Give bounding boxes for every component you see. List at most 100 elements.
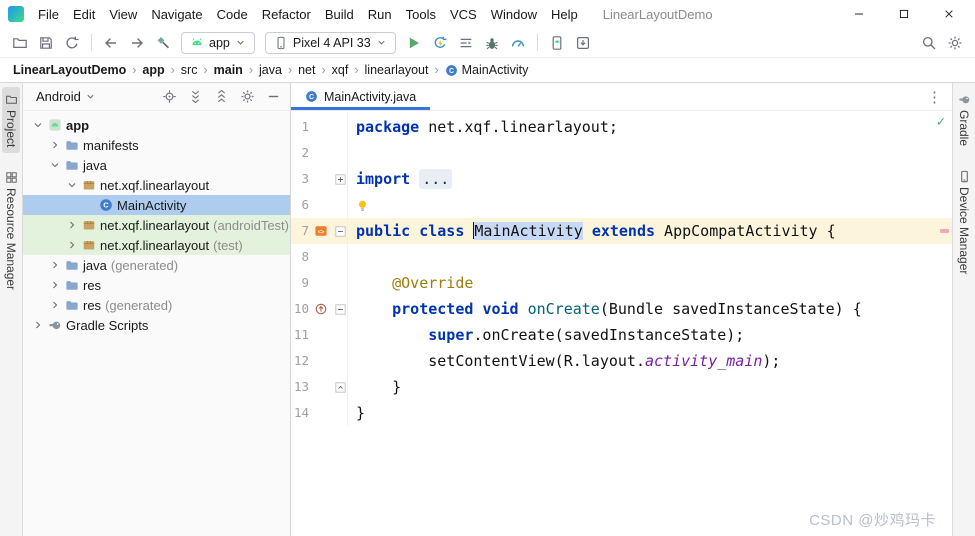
chevron-right-icon[interactable] (31, 319, 44, 332)
breadcrumb-item-app[interactable]: app (139, 62, 167, 78)
intention-bulb-icon[interactable] (356, 193, 376, 219)
menu-vcs[interactable]: VCS (443, 3, 484, 26)
code-line-13[interactable]: 13 } (291, 374, 952, 400)
toolwindow-device-manager[interactable]: Device Manager (955, 164, 973, 280)
sync-icon[interactable] (60, 31, 84, 55)
fold-minus-icon[interactable] (333, 296, 348, 322)
tree-item-net-xqf-linearlayout-test[interactable]: net.xqf.linearlayout (test) (23, 235, 290, 255)
code-line-2[interactable]: 2 (291, 140, 952, 166)
tree-item-mainactivity[interactable]: C MainActivity (23, 195, 290, 215)
breadcrumb-separator: › (132, 63, 137, 77)
menu-edit[interactable]: Edit (66, 3, 102, 26)
folder-icon (65, 278, 79, 292)
chevron-down-icon[interactable] (65, 179, 78, 192)
tree-item-manifests[interactable]: manifests (23, 135, 290, 155)
maximize-icon[interactable] (881, 0, 926, 28)
code-line-10[interactable]: 10 protected void onCreate(Bundle savedI… (291, 296, 952, 322)
toolwindow-resource-manager[interactable]: Resource Manager (2, 165, 20, 296)
tree-item-java-generated[interactable]: java (generated) (23, 255, 290, 275)
tree-item-net-xqf-linearlayout-androidtest[interactable]: net.xqf.linearlayout (androidTest) (23, 215, 290, 235)
tree-item-res[interactable]: res (23, 275, 290, 295)
minimize-icon[interactable] (836, 0, 881, 28)
breadcrumb-item-src[interactable]: src (178, 62, 201, 78)
inspection-ok-icon[interactable]: ✓ (937, 114, 945, 130)
code-line-11[interactable]: 11 super.onCreate(savedInstanceState); (291, 322, 952, 348)
breadcrumb-item-java[interactable]: java (256, 62, 285, 78)
chevron-down-icon[interactable] (48, 159, 61, 172)
close-icon[interactable] (926, 0, 971, 28)
breadcrumb-item-linearlayoutdemo[interactable]: LinearLayoutDemo (10, 62, 129, 78)
chevron-right-icon[interactable] (48, 299, 61, 312)
code-line-3[interactable]: 3 import ... (291, 166, 952, 192)
fold-end-icon[interactable] (333, 374, 348, 400)
expand-all-icon[interactable] (186, 88, 204, 106)
menu-refactor[interactable]: Refactor (255, 3, 318, 26)
override-icon[interactable] (309, 296, 333, 322)
run-config-selector[interactable]: app (181, 31, 255, 54)
forward-icon[interactable] (125, 31, 149, 55)
hide-panel-icon[interactable] (264, 88, 282, 106)
chevron-right-icon[interactable] (48, 279, 61, 292)
sdk-manager-icon[interactable] (571, 31, 595, 55)
profiler-icon[interactable] (506, 31, 530, 55)
attach-debugger-icon[interactable] (454, 31, 478, 55)
apply-changes-icon[interactable] (428, 31, 452, 55)
breadcrumb-item-main[interactable]: main (211, 62, 246, 78)
toolwindow-gradle[interactable]: Gradle (955, 87, 973, 152)
save-icon[interactable] (34, 31, 58, 55)
search-icon[interactable] (917, 31, 941, 55)
class-icon: C (445, 64, 458, 77)
menu-file[interactable]: File (31, 3, 66, 26)
code-line-12[interactable]: 12 setContentView(R.layout.activity_main… (291, 348, 952, 374)
run-icon[interactable] (402, 31, 426, 55)
code-line-8[interactable]: 8 (291, 244, 952, 270)
chevron-right-icon[interactable] (65, 219, 78, 232)
breadcrumb-item-mainactivity[interactable]: C MainActivity (442, 62, 532, 78)
settings-gear-icon[interactable] (238, 88, 256, 106)
locate-icon[interactable] (160, 88, 178, 106)
more-options-icon[interactable]: ⋮ (917, 83, 952, 110)
breadcrumb-item-net[interactable]: net (295, 62, 318, 78)
fold-plus-icon[interactable] (333, 166, 348, 192)
chevron-right-icon[interactable] (48, 139, 61, 152)
chevron-down-icon[interactable] (31, 119, 44, 132)
layout-gutter-icon[interactable]: <> (309, 218, 333, 244)
project-view-selector[interactable]: Android (31, 87, 101, 106)
tree-item-gradle-scripts[interactable]: Gradle Scripts (23, 315, 290, 335)
device-manager-icon[interactable] (545, 31, 569, 55)
debug-icon[interactable] (480, 31, 504, 55)
code-line-14[interactable]: 14} (291, 400, 952, 426)
tree-item-net-xqf-linearlayout[interactable]: net.xqf.linearlayout (23, 175, 290, 195)
tree-item-java[interactable]: java (23, 155, 290, 175)
menu-code[interactable]: Code (210, 3, 255, 26)
menu-build[interactable]: Build (318, 3, 361, 26)
code-editor[interactable]: 1 package net.xqf.linearlayout; 2 3 import .… (291, 111, 952, 536)
settings-icon[interactable] (943, 31, 967, 55)
tab-mainactivity-java[interactable]: C MainActivity.java (291, 83, 431, 110)
open-icon[interactable] (8, 31, 32, 55)
menu-navigate[interactable]: Navigate (144, 3, 209, 26)
code-line-1[interactable]: 1 package net.xqf.linearlayout; (291, 114, 952, 140)
tree-item-res-generated[interactable]: res (generated) (23, 295, 290, 315)
code-line-9[interactable]: 9 @Override (291, 270, 952, 296)
menu-tools[interactable]: Tools (399, 3, 443, 26)
back-icon[interactable] (99, 31, 123, 55)
breadcrumb-item-xqf[interactable]: xqf (329, 62, 352, 78)
fold-minus-icon[interactable] (333, 218, 348, 244)
build-hammer-icon[interactable] (151, 31, 175, 55)
menu-run[interactable]: Run (361, 3, 399, 26)
device-selector[interactable]: Pixel 4 API 33 (264, 31, 396, 54)
device-phone-icon (274, 36, 288, 50)
menu-help[interactable]: Help (544, 3, 585, 26)
toolwindow-project[interactable]: Project (2, 87, 20, 154)
chevron-right-icon[interactable] (65, 239, 78, 252)
menu-window[interactable]: Window (484, 3, 544, 26)
breadcrumb-item-linearlayout[interactable]: linearlayout (362, 62, 432, 78)
code-line-6[interactable]: 6 (291, 192, 952, 218)
code-line-7[interactable]: 7 <> public class MainActivity extends App… (291, 218, 952, 244)
run-config-label: app (209, 35, 230, 50)
tree-item-app[interactable]: app (23, 115, 290, 135)
chevron-right-icon[interactable] (48, 259, 61, 272)
collapse-all-icon[interactable] (212, 88, 230, 106)
menu-view[interactable]: View (102, 3, 144, 26)
